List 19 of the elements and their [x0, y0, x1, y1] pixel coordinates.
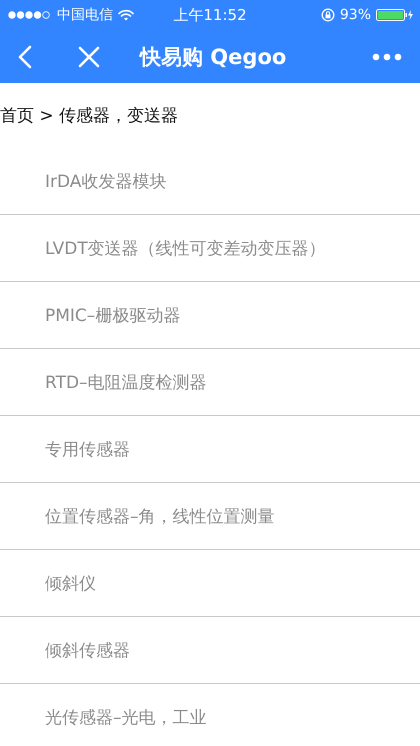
wifi-icon: [118, 9, 134, 21]
category-item[interactable]: 光传感器–光电，工业: [0, 684, 420, 746]
breadcrumb: 首页 > 传感器，变送器: [0, 105, 178, 127]
signal-icon: [8, 11, 52, 19]
battery-percent: 93%: [340, 7, 371, 23]
more-icon: [372, 52, 402, 60]
page-title: 快易购 Qegoo: [140, 44, 286, 70]
category-item[interactable]: 位置传感器–角，线性位置测量: [0, 483, 420, 550]
category-item[interactable]: PMIC–栅极驱动器: [0, 282, 420, 349]
category-item[interactable]: 专用传感器: [0, 416, 420, 483]
carrier-name: 中国电信: [57, 6, 113, 24]
category-item[interactable]: 倾斜仪: [0, 550, 420, 617]
category-item[interactable]: IrDA收发器模块: [0, 148, 420, 215]
category-item[interactable]: RTD–电阻温度检测器: [0, 349, 420, 416]
clock-time: 上午11:52: [173, 6, 247, 24]
category-item[interactable]: LVDT变送器（线性可变差动变压器）: [0, 215, 420, 282]
rotation-lock-icon: [320, 8, 335, 22]
category-item[interactable]: 倾斜传感器: [0, 617, 420, 684]
battery-icon: [376, 9, 414, 21]
